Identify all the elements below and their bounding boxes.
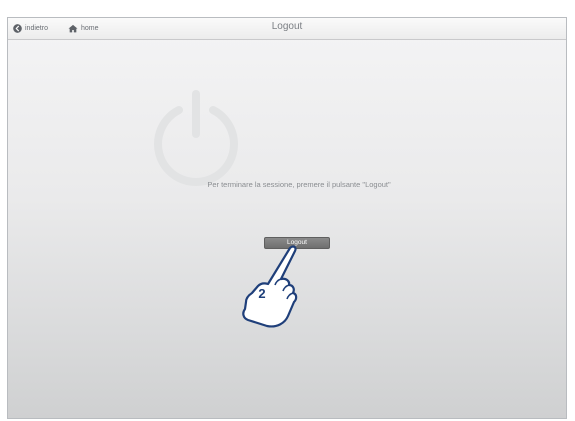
app-window: indietro home Logout Per terminare la se… <box>7 17 567 419</box>
pointing-hand-icon <box>242 245 298 328</box>
power-icon <box>154 90 238 186</box>
page-title: Logout <box>271 21 303 32</box>
top-navigation-bar: indietro home Logout <box>8 18 566 40</box>
step-number-badge: 2 <box>258 286 266 301</box>
logout-instruction-text: Per terminare la sessione, premere il pu… <box>207 180 391 189</box>
